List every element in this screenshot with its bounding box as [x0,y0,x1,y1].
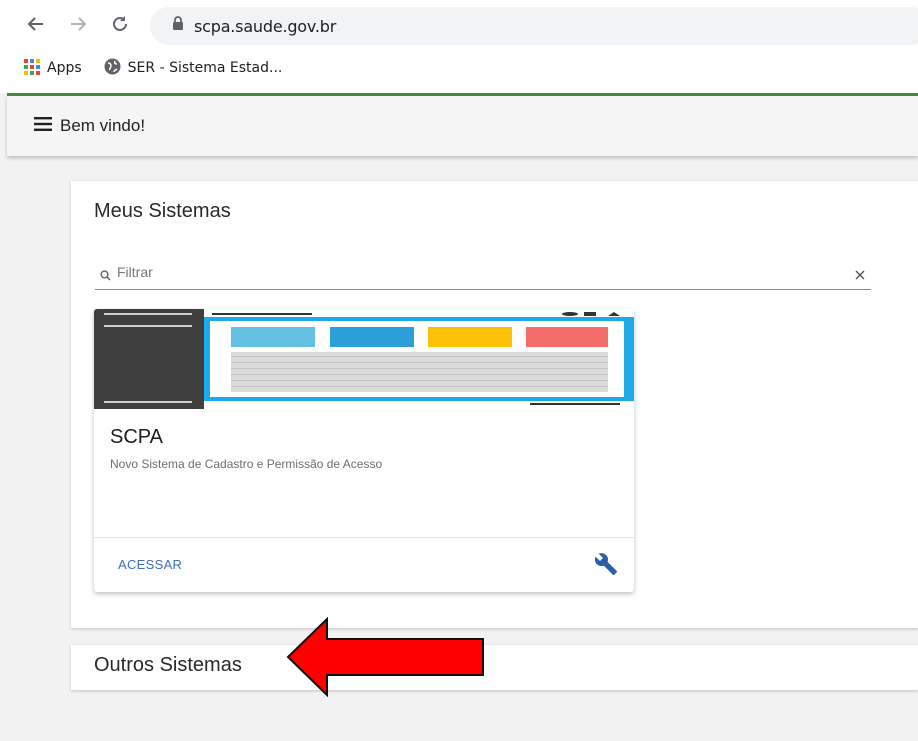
filter-input[interactable] [117,264,817,280]
system-card: SCPA Novo Sistema de Cadastro e Permissã… [94,309,634,592]
access-button[interactable]: ACESSAR [118,557,182,572]
apps-grid-icon [24,58,40,78]
bookmark-ser[interactable]: SER - Sistema Estad... [104,58,283,78]
reload-icon[interactable] [108,12,132,36]
close-icon[interactable] [855,267,865,285]
globe-icon [104,58,121,78]
my-systems-panel: Meus Sistemas Filtrar SCPA Novo Sistema … [71,181,918,628]
lock-icon [172,16,184,36]
forward-arrow-icon[interactable] [66,12,90,36]
page-title: Bem vindo! [60,116,146,135]
system-description: Novo Sistema de Cadastro e Permissão de … [110,457,383,471]
system-thumbnail [94,309,634,409]
bookmark-apps[interactable]: Apps [24,58,82,78]
bookmark-label: SER - Sistema Estad... [127,60,283,76]
annotation-arrow-icon [286,617,484,697]
search-icon [100,268,111,286]
system-name: SCPA [110,426,163,448]
bookmark-label: Apps [47,60,82,76]
hamburger-menu-icon[interactable] [34,116,52,136]
section-title: Meus Sistemas [94,200,231,222]
address-bar[interactable]: scpa.saude.gov.br [150,7,918,45]
filter-field [95,261,871,290]
back-arrow-icon[interactable] [24,12,48,36]
app-header: Bem vindo! [7,96,918,156]
browser-chrome: scpa.saude.gov.br Apps SER - Sistema Est… [0,0,918,93]
bookmarks-bar: Apps SER - Sistema Estad... [0,52,918,84]
section-title: Outros Sistemas [94,654,242,676]
other-systems-panel: Outros Sistemas [71,645,918,690]
url-text: scpa.saude.gov.br [194,16,337,36]
card-divider [94,537,634,538]
wrench-icon[interactable] [594,552,618,581]
